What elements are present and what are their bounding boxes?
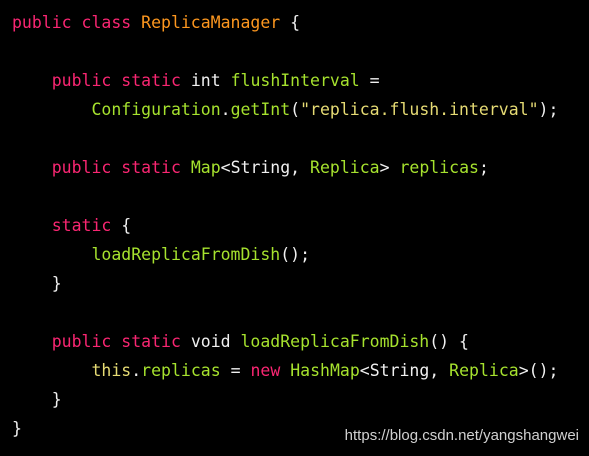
code-token: (); <box>280 245 311 264</box>
code-token: "replica.flush.interval" <box>300 100 539 119</box>
code-token: ( <box>290 100 301 119</box>
code-token: static <box>51 216 112 235</box>
code-token: . <box>131 361 142 380</box>
code-token: Replica <box>310 158 380 177</box>
code-line: public static void loadReplicaFromDish()… <box>12 327 589 356</box>
code-token: () { <box>429 332 469 351</box>
code-token: public static <box>51 71 191 90</box>
code-token: Configuration <box>91 100 221 119</box>
code-token: } <box>12 390 62 409</box>
code-token: replicas <box>141 361 221 380</box>
code-token: = <box>359 71 380 90</box>
code-token: public static <box>51 332 191 351</box>
code-line: this.replicas = new HashMap<String, Repl… <box>12 356 589 385</box>
code-line: static { <box>12 211 589 240</box>
code-line: public static int flushInterval = <box>12 66 589 95</box>
code-line: public static Map<String, Replica> repli… <box>12 153 589 182</box>
code-line: } <box>12 385 589 414</box>
code-token: ReplicaManager <box>141 13 281 32</box>
code-token: > <box>379 158 400 177</box>
code-token: loadReplicaFromDish <box>240 332 430 351</box>
code-token: { <box>280 13 301 32</box>
code-token: ); <box>538 100 559 119</box>
code-token: = <box>220 361 251 380</box>
code-token: <String, <box>359 361 450 380</box>
code-token: Map <box>190 158 221 177</box>
code-token: int <box>190 71 231 90</box>
code-line: Configuration.getInt("replica.flush.inte… <box>12 95 589 124</box>
code-token: HashMap <box>290 361 360 380</box>
code-token: replicas <box>399 158 479 177</box>
code-token: new <box>250 361 291 380</box>
code-token: { <box>111 216 132 235</box>
code-line: } <box>12 269 589 298</box>
code-token: ; <box>478 158 489 177</box>
code-token: Replica <box>449 361 519 380</box>
code-token: this <box>91 361 132 380</box>
code-viewer: public class ReplicaManager { public sta… <box>0 0 589 456</box>
code-line: loadReplicaFromDish(); <box>12 240 589 269</box>
code-token: >(); <box>518 361 559 380</box>
code-token: public class <box>12 13 142 32</box>
code-token: <String, <box>220 158 311 177</box>
code-token: loadReplicaFromDish <box>91 245 281 264</box>
code-token: getInt <box>230 100 291 119</box>
code-token: } <box>12 274 62 293</box>
watermark: https://blog.csdn.net/yangshangwei <box>344 427 579 444</box>
code-token: flushInterval <box>230 71 360 90</box>
code-token: . <box>220 100 231 119</box>
code-block: public class ReplicaManager { public sta… <box>12 8 589 443</box>
code-line: public class ReplicaManager { <box>12 8 589 37</box>
code-token: void <box>190 332 241 351</box>
code-token: public static <box>51 158 191 177</box>
code-token: } <box>12 419 22 438</box>
